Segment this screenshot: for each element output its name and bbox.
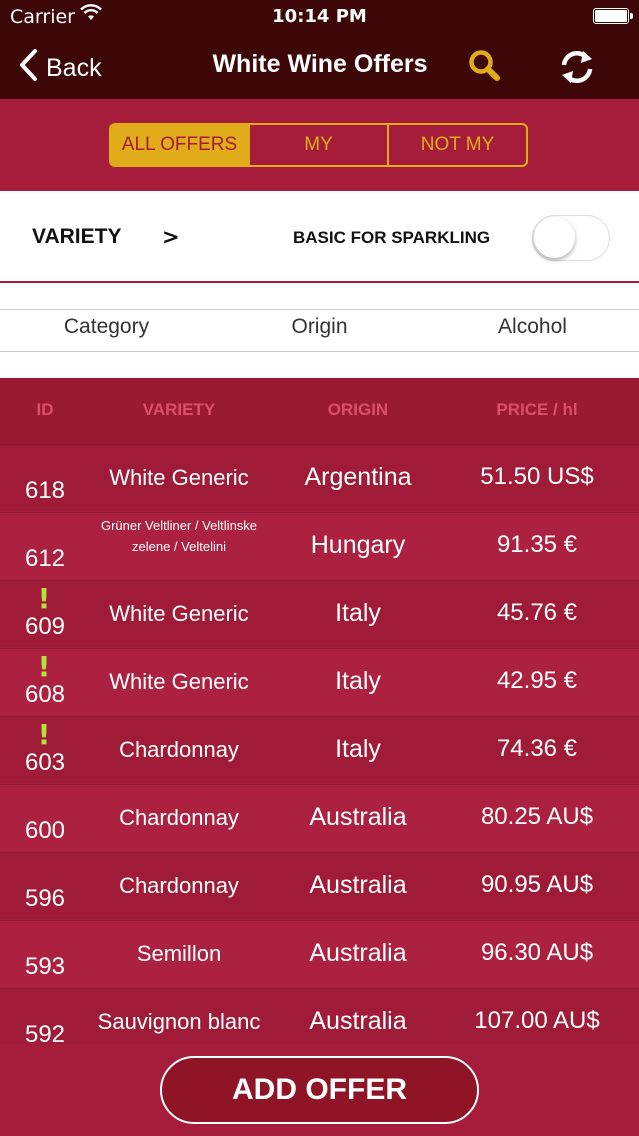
header-price: PRICE / hl — [496, 400, 578, 419]
page-title: White Wine Offers — [212, 50, 428, 78]
refresh-icon[interactable] — [556, 46, 598, 88]
row-id: 593 — [24, 953, 66, 980]
alert-icon: ! — [37, 650, 51, 683]
table-header: ID VARIETY ORIGIN PRICE / hl — [0, 378, 639, 444]
table-row[interactable]: 593 Semillon Australia 96.30 AU$ — [0, 920, 639, 987]
row-id: 603 — [24, 749, 66, 776]
back-label: Back — [46, 53, 102, 82]
segment-my[interactable]: MY — [250, 125, 389, 165]
sort-alcohol[interactable]: Alcohol — [426, 315, 639, 339]
row-origin: Italy — [335, 735, 381, 763]
row-variety: White Generic — [109, 601, 249, 626]
row-price: 45.76 € — [496, 599, 578, 626]
header-origin: ORIGIN — [327, 400, 389, 419]
row-id: 612 — [24, 545, 66, 572]
add-offer-button[interactable]: ADD OFFER — [160, 1056, 479, 1124]
search-icon[interactable] — [466, 48, 504, 86]
table-row[interactable]: ! 608 White Generic Italy 42.95 € — [0, 648, 639, 715]
row-id: 608 — [24, 681, 66, 708]
back-button[interactable]: Back — [18, 48, 102, 88]
table-row[interactable]: ! 603 Chardonnay Italy 74.36 € — [0, 716, 639, 783]
row-price: 51.50 US$ — [480, 463, 594, 490]
table-row[interactable]: 596 Chardonnay Australia 90.95 AU$ — [0, 852, 639, 919]
row-origin: Australia — [309, 803, 407, 831]
segment-all-offers[interactable]: ALL OFFERS — [111, 125, 250, 165]
row-price: 107.00 AU$ — [474, 1007, 600, 1034]
sparkling-toggle[interactable] — [532, 215, 610, 261]
table-row[interactable]: 600 Chardonnay Australia 80.25 AU$ — [0, 784, 639, 851]
alert-icon: ! — [37, 718, 51, 751]
filter-bar: VARIETY > BASIC FOR SPARKLING — [0, 191, 639, 283]
row-id: 592 — [24, 1021, 66, 1044]
segment-not-my[interactable]: NOT MY — [389, 125, 526, 165]
sort-bar: Category Origin Alcohol — [0, 283, 639, 378]
table-row[interactable]: 618 White Generic Argentina 51.50 US$ — [0, 444, 639, 511]
sort-category[interactable]: Category — [0, 315, 213, 339]
row-origin: Argentina — [304, 463, 412, 491]
sparkling-label: BASIC FOR SPARKLING — [293, 228, 491, 247]
chevron-left-icon — [18, 48, 38, 88]
row-origin: Italy — [335, 599, 381, 627]
divider — [0, 309, 639, 310]
row-price: 74.36 € — [496, 735, 578, 762]
row-price: 96.30 AU$ — [480, 939, 594, 966]
row-id: 600 — [24, 817, 66, 844]
row-id: 618 — [24, 477, 66, 504]
nav-bar: Back White Wine Offers — [0, 34, 639, 99]
variety-filter[interactable]: VARIETY — [32, 225, 121, 249]
offers-filter-segment: ALL OFFERS MY NOT MY — [109, 123, 528, 167]
status-time: 10:14 PM — [272, 6, 367, 27]
battery-icon — [593, 8, 633, 24]
row-price: 91.35 € — [496, 531, 578, 558]
row-variety: Semillon — [136, 941, 222, 966]
status-bar: Carrier 10:14 PM — [0, 0, 639, 34]
table-row[interactable]: 592 Sauvignon blanc Australia 107.00 AU$ — [0, 988, 639, 1044]
table-row[interactable]: ! 609 White Generic Italy 45.76 € — [0, 580, 639, 647]
row-origin: Hungary — [310, 531, 406, 559]
row-origin: Australia — [309, 1007, 407, 1035]
row-origin: Australia — [309, 871, 407, 899]
row-variety: White Generic — [109, 465, 249, 490]
row-price: 80.25 AU$ — [480, 803, 594, 830]
segment-area: ALL OFFERS MY NOT MY — [0, 99, 639, 191]
row-variety: Chardonnay — [119, 873, 239, 898]
row-price: 42.95 € — [496, 667, 578, 694]
offers-table: ID VARIETY ORIGIN PRICE / hl 618 White G… — [0, 378, 639, 1044]
toggle-knob — [534, 217, 575, 258]
row-origin: Italy — [335, 667, 381, 695]
row-id: 609 — [24, 613, 66, 640]
row-variety: Sauvignon blanc — [97, 1009, 261, 1034]
header-id: ID — [36, 400, 54, 419]
header-variety: VARIETY — [142, 400, 216, 419]
row-variety: Chardonnay — [119, 737, 239, 762]
row-origin: Australia — [309, 939, 407, 967]
row-price: 90.95 AU$ — [480, 871, 594, 898]
table-row[interactable]: 612 Grüner Veltliner / Veltlinske zelene… — [0, 512, 639, 579]
row-variety: White Generic — [109, 669, 249, 694]
row-variety: Chardonnay — [119, 805, 239, 830]
alert-icon: ! — [37, 582, 51, 615]
sort-origin[interactable]: Origin — [213, 315, 426, 339]
row-id: 596 — [24, 885, 66, 912]
row-variety: Grüner Veltliner / Veltlinske zelene / V… — [100, 518, 258, 554]
divider — [0, 351, 639, 352]
chevron-right-icon[interactable]: > — [162, 225, 180, 249]
add-offer-area: ADD OFFER — [0, 1044, 639, 1136]
